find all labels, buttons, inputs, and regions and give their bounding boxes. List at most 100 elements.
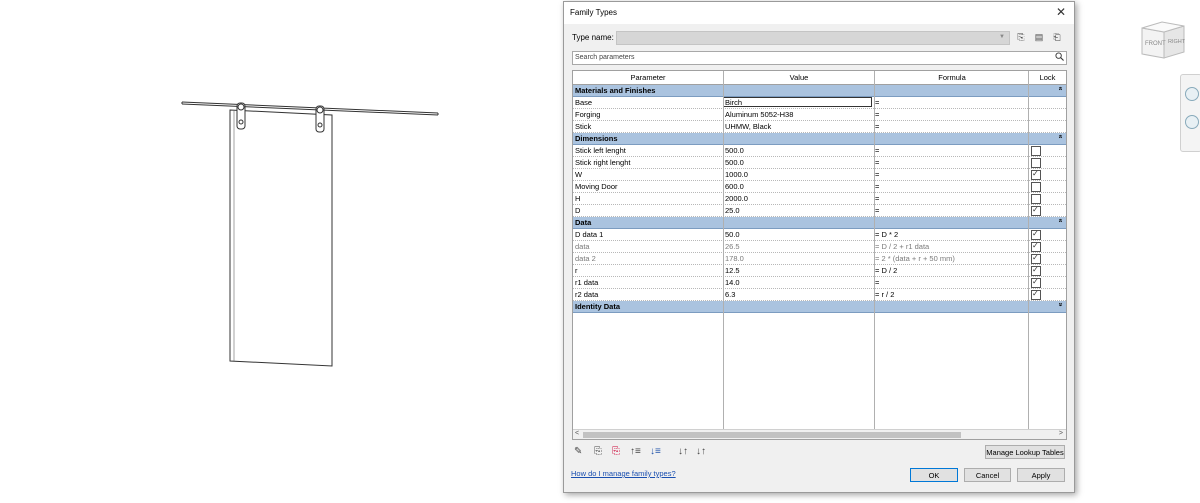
parameter-name[interactable]: D [575,206,580,215]
lock-checkbox[interactable] [1031,146,1041,156]
close-icon[interactable]: ✕ [1056,5,1066,19]
parameter-value-input[interactable]: Birch [723,97,872,107]
parameter-row[interactable]: r2 data 6.3 = r / 2 [573,289,1066,301]
lock-checkbox[interactable] [1031,229,1041,240]
parameter-formula[interactable]: = r / 2 [875,290,894,299]
scroll-left-icon[interactable]: < [575,430,579,437]
lock-checkbox[interactable] [1031,289,1041,300]
parameter-row[interactable]: data 26.5 = D / 2 + r1 data [573,241,1066,253]
collapse-icon[interactable]: « [1057,219,1064,223]
parameter-value[interactable]: 14.0 [725,278,740,287]
parameter-row[interactable]: Forging Aluminum 5052-H38 = [573,109,1066,121]
parameter-name[interactable]: r1 data [575,278,598,287]
lock-checkbox[interactable] [1031,158,1041,168]
column-header-lock[interactable]: Lock [1029,73,1066,82]
parameter-formula[interactable]: = [875,182,879,191]
parameter-name[interactable]: data [575,242,590,251]
parameter-formula[interactable]: = D * 2 [875,230,898,239]
parameter-row[interactable]: r 12.5 = D / 2 [573,265,1066,277]
ok-button[interactable]: OK [910,468,958,482]
group-header[interactable]: Data « [573,217,1066,229]
parameter-name[interactable]: H [575,194,580,203]
column-header-formula[interactable]: Formula [875,73,1029,82]
parameter-value[interactable]: 500.0 [725,158,744,167]
lock-checkbox[interactable] [1031,194,1041,204]
parameter-row[interactable]: data 2 178.0 = 2 * (data + r + 50 mm) [573,253,1066,265]
sort-ascending-icon[interactable]: ↓↑ [678,446,688,457]
parameter-formula[interactable]: = [875,206,879,215]
parameter-formula[interactable]: = [875,278,879,287]
parameter-row[interactable]: Base Birch = [573,97,1066,109]
group-header[interactable]: Identity Data » [573,301,1066,313]
parameter-name[interactable]: r2 data [575,290,598,299]
group-header[interactable]: Dimensions « [573,133,1066,145]
lock-checkbox[interactable] [1031,205,1041,216]
parameter-formula[interactable]: = [875,146,879,155]
new-type-icon[interactable]: ⎘ [1014,30,1028,44]
parameter-value[interactable]: Aluminum 5052-H38 [725,110,793,119]
type-name-select[interactable]: ▼ [616,31,1010,45]
group-header[interactable]: Materials and Finishes « [573,85,1066,97]
parameter-row[interactable]: H 2000.0 = [573,193,1066,205]
parameter-row[interactable]: D 25.0 = [573,205,1066,217]
parameter-value[interactable]: 1000.0 [725,170,748,179]
parameter-value[interactable]: 6.3 [725,290,735,299]
parameter-value[interactable]: 500.0 [725,146,744,155]
parameter-name[interactable]: Base [575,98,592,107]
lock-checkbox[interactable] [1031,253,1041,264]
parameter-row[interactable]: r1 data 14.0 = [573,277,1066,289]
view-cube[interactable]: FRONT RIGHT [1138,18,1188,60]
parameter-name[interactable]: Forging [575,110,600,119]
parameter-name[interactable]: Moving Door [575,182,618,191]
parameters-grid[interactable]: Parameter Value Formula Lock Materials a… [572,70,1067,440]
zoom-icon[interactable] [1185,115,1199,129]
parameter-formula[interactable]: = D / 2 + r1 data [875,242,929,251]
model-viewport[interactable] [0,0,560,503]
edit-parameter-icon[interactable]: ✎ [574,446,582,457]
parameter-formula[interactable]: = D / 2 [875,266,897,275]
parameter-name[interactable]: Stick [575,122,591,131]
parameter-row[interactable]: Moving Door 600.0 = [573,181,1066,193]
expand-icon[interactable]: » [1057,303,1064,307]
parameter-name[interactable]: W [575,170,582,179]
parameter-value[interactable]: UHMW, Black [725,122,771,131]
sort-descending-icon[interactable]: ↓↑ [696,446,706,457]
search-icon[interactable] [1055,52,1064,61]
lock-checkbox[interactable] [1031,182,1041,192]
parameter-name[interactable]: Stick right lenght [575,158,630,167]
column-header-parameter[interactable]: Parameter [573,73,723,82]
move-down-icon[interactable]: ↓≡ [650,446,661,457]
collapse-icon[interactable]: « [1057,87,1064,91]
parameter-value[interactable]: 50.0 [725,230,740,239]
navigation-bar[interactable] [1180,74,1200,152]
parameter-formula[interactable]: = [875,158,879,167]
parameter-formula[interactable]: = [875,98,879,107]
parameter-name[interactable]: Stick left lenght [575,146,626,155]
parameter-value[interactable]: 12.5 [725,266,740,275]
scroll-right-icon[interactable]: > [1059,430,1063,437]
parameter-row[interactable]: Stick right lenght 500.0 = [573,157,1066,169]
delete-type-icon[interactable]: ⎗ [1050,30,1064,44]
lock-checkbox[interactable] [1031,241,1041,252]
lock-checkbox[interactable] [1031,277,1041,288]
cancel-button[interactable]: Cancel [964,468,1011,482]
parameter-value[interactable]: 26.5 [725,242,740,251]
parameter-row[interactable]: D data 1 50.0 = D * 2 [573,229,1066,241]
new-parameter-icon[interactable]: ⎘ [594,446,602,457]
rename-type-icon[interactable]: ▤ [1032,30,1046,44]
horizontal-scrollbar[interactable]: < > [573,429,1066,439]
parameter-name[interactable]: D data 1 [575,230,603,239]
scrollbar-thumb[interactable] [583,432,961,438]
parameter-row[interactable]: Stick UHMW, Black = [573,121,1066,133]
help-link[interactable]: How do I manage family types? [571,469,676,478]
parameter-row[interactable]: W 1000.0 = [573,169,1066,181]
parameter-formula[interactable]: = [875,122,879,131]
parameter-formula[interactable]: = 2 * (data + r + 50 mm) [875,254,955,263]
parameter-value[interactable]: 178.0 [725,254,744,263]
parameter-formula[interactable]: = [875,110,879,119]
steering-wheel-icon[interactable] [1185,87,1199,101]
manage-lookup-tables-button[interactable]: Manage Lookup Tables [985,445,1065,459]
parameter-name[interactable]: data 2 [575,254,596,263]
lock-checkbox[interactable] [1031,265,1041,276]
delete-parameter-icon[interactable]: ⎘ [612,446,620,457]
